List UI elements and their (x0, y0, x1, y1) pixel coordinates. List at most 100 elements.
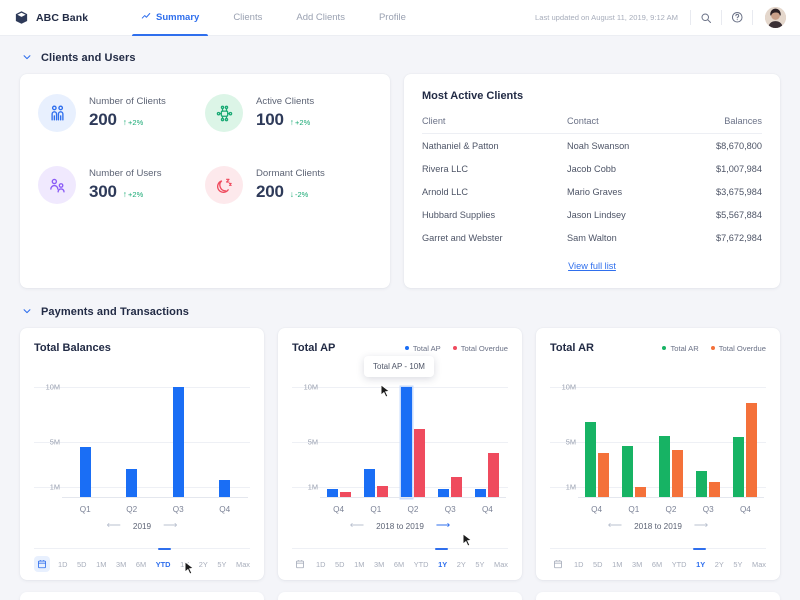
timeframe-1Y[interactable]: 1Y (696, 560, 705, 569)
search-icon[interactable] (691, 3, 721, 33)
legend-dot-icon (404, 346, 409, 350)
avatar[interactable] (753, 7, 786, 28)
calendar-icon[interactable] (292, 556, 308, 572)
chart-header: Total AP Total AP Total Overdue (292, 342, 508, 354)
chevron-down-icon[interactable] (22, 306, 32, 318)
timeframe-1M[interactable]: 1M (354, 560, 364, 569)
nav-item-clients[interactable]: Clients (216, 0, 279, 36)
arrow-up-icon: ↑ (122, 189, 128, 199)
timeframe-Max[interactable]: Max (494, 560, 508, 569)
timeframe-1Y[interactable]: 1Y (438, 560, 447, 569)
timeframe-5D[interactable]: 5D (593, 560, 602, 569)
x-axis-tick-label: Q2 (665, 505, 677, 514)
timeframe-1D[interactable]: 1D (316, 560, 325, 569)
stats-grid: Number of Clients 200 ↑ +2% Active Clien… (38, 94, 372, 204)
timeframe-3M[interactable]: 3M (632, 560, 642, 569)
bar-Total Overdue-Q2[interactable] (414, 429, 425, 498)
arrow-left-icon[interactable]: ⟵ (350, 521, 364, 531)
timeframe-3M[interactable]: 3M (374, 560, 384, 569)
bar-Total AR-Q4[interactable] (733, 436, 745, 498)
calendar-icon[interactable] (550, 556, 566, 572)
nav-item-summary[interactable]: Summary (124, 0, 216, 36)
bar-Total Overdue-Q4[interactable] (488, 453, 500, 498)
arrow-right-icon[interactable]: ⟶ (436, 521, 450, 531)
help-circle-icon[interactable] (722, 3, 752, 33)
bar-Total Overdue-Q4[interactable] (746, 403, 758, 498)
timeframe-6M[interactable]: 6M (394, 560, 404, 569)
stat-dormant-clients: Dormant Clients 200 ↓ -2% (205, 166, 372, 204)
timeframe-5Y[interactable]: 5Y (733, 560, 742, 569)
timeframe-YTD[interactable]: YTD (156, 560, 171, 569)
timeframe-5Y[interactable]: 5Y (217, 560, 226, 569)
two-people-icon (38, 94, 76, 132)
main-nav: Summary Clients Add Clients Profile (124, 0, 423, 36)
chart-header: Total Balances (34, 342, 250, 354)
bar-Total Overdue-Q3[interactable] (709, 482, 721, 498)
stat-value: 100 (256, 110, 284, 129)
nav-label: Add Clients (296, 12, 345, 23)
timeframe-5D[interactable]: 5D (335, 560, 344, 569)
moon-sleep-icon (205, 166, 243, 204)
bar-Total AP-Q1[interactable] (363, 469, 375, 498)
bar-group-Q3 (690, 370, 727, 498)
section-header-clients-and-users[interactable]: Clients and Users (22, 52, 780, 64)
table-row[interactable]: Rivera LLC Jacob Cobb $1,007,984 (422, 157, 762, 180)
timeframe-2Y[interactable]: 2Y (199, 560, 208, 569)
timeframe-1D[interactable]: 1D (58, 560, 67, 569)
column-header-balances: Balances (679, 116, 762, 134)
bar-Total AR-Q2[interactable] (659, 435, 670, 498)
table-row[interactable]: Arnold LLC Mario Graves $3,675,984 (422, 180, 762, 203)
timeframe-1M[interactable]: 1M (612, 560, 622, 569)
nav-item-profile[interactable]: Profile (362, 0, 423, 36)
view-full-list-link[interactable]: View full list (568, 261, 616, 271)
timeframe-6M[interactable]: 6M (652, 560, 662, 569)
nav-item-add-clients[interactable]: Add Clients (279, 0, 362, 36)
bar-Total Balances-Q2[interactable] (126, 469, 138, 498)
table-row[interactable]: Nathaniel & Patton Noah Swanson $8,670,8… (422, 134, 762, 158)
timeframe-5Y[interactable]: 5Y (475, 560, 484, 569)
timeframe-2Y[interactable]: 2Y (457, 560, 466, 569)
arrow-up-icon: ↑ (289, 117, 295, 127)
chevron-down-icon[interactable] (22, 52, 32, 64)
header-actions: Last updated on August 11, 2019, 9:12 AM (535, 3, 786, 33)
arrow-right-icon[interactable]: ⟶ (694, 521, 708, 531)
cell-contact: Noah Swanson (566, 140, 630, 151)
chart-legend: Total AR Total Overdue (662, 344, 766, 353)
arrow-left-icon[interactable]: ⟵ (107, 521, 121, 531)
timeframe-6M[interactable]: 6M (136, 560, 146, 569)
timeframe-YTD[interactable]: YTD (414, 560, 429, 569)
arrow-left-icon[interactable]: ⟵ (608, 521, 622, 531)
x-axis-line (578, 497, 764, 498)
x-axis-tick-label: Q2 (407, 505, 419, 514)
calendar-icon[interactable] (34, 556, 50, 572)
cell-balance: $3,675,984 (716, 186, 762, 197)
timeframe-Max[interactable]: Max (236, 560, 250, 569)
bar-Total AR-Q4[interactable] (584, 422, 596, 498)
bar-Total AR-Q1[interactable] (621, 445, 633, 498)
section-header-payments-and-transactions[interactable]: Payments and Transactions (22, 306, 780, 318)
timeframe-1M[interactable]: 1M (96, 560, 106, 569)
timeframe-YTD[interactable]: YTD (672, 560, 687, 569)
bar-Total Balances-Q4[interactable] (219, 480, 231, 498)
bar-Total Balances-Q1[interactable] (79, 446, 91, 498)
user-avatar[interactable] (765, 7, 786, 28)
stat-delta-value: +2% (295, 117, 311, 127)
timeframe-1D[interactable]: 1D (574, 560, 583, 569)
timeframe-2Y[interactable]: 2Y (715, 560, 724, 569)
bar-Total AP-Q2[interactable] (401, 386, 412, 498)
brand-logo[interactable]: ABC Bank (14, 10, 124, 25)
timeframe-Max[interactable]: Max (752, 560, 766, 569)
y-axis-tick-label: 10M (561, 382, 576, 392)
bar-Total Overdue-Q3[interactable] (451, 476, 463, 498)
bar-Total Overdue-Q4[interactable] (597, 453, 609, 498)
timeframe-3M[interactable]: 3M (116, 560, 126, 569)
bar-Total Balances-Q3[interactable] (172, 386, 184, 498)
bar-Total Overdue-Q2[interactable] (672, 450, 683, 498)
brand-name: ABC Bank (36, 11, 89, 24)
table-row[interactable]: Hubbard Supplies Jason Lindsey $5,567,88… (422, 203, 762, 226)
table-row[interactable]: Garret and Webster Sam Walton $7,672,984 (422, 226, 762, 249)
bar-Total AR-Q3[interactable] (696, 471, 708, 498)
arrow-right-icon[interactable]: ⟶ (163, 521, 177, 531)
stat-value-row: 300 ↑ +2% (89, 182, 162, 202)
timeframe-5D[interactable]: 5D (77, 560, 86, 569)
